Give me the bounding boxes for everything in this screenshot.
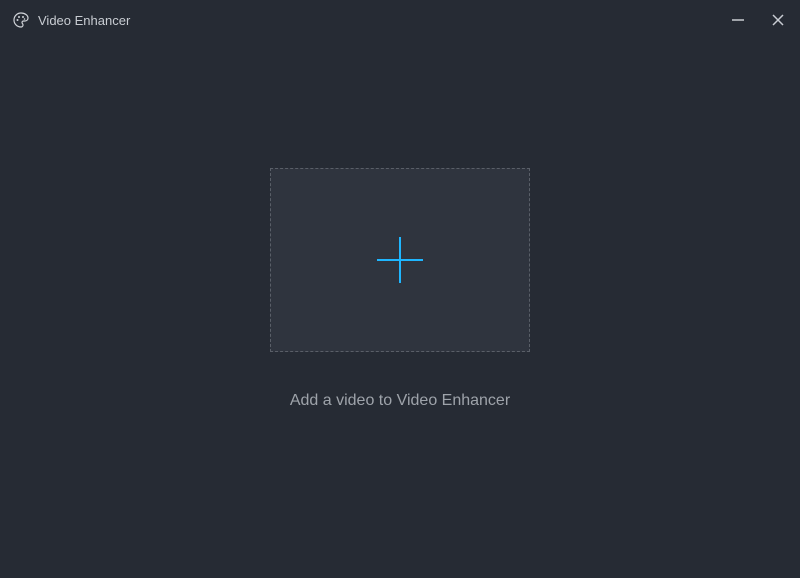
main-content: Add a video to Video Enhancer (0, 40, 800, 578)
window-controls (728, 10, 788, 30)
plus-icon (373, 233, 427, 287)
app-title: Video Enhancer (38, 13, 130, 28)
add-video-dropzone[interactable] (270, 168, 530, 352)
minimize-button[interactable] (728, 10, 748, 30)
titlebar-left: Video Enhancer (12, 11, 130, 29)
palette-icon (12, 11, 30, 29)
instruction-text: Add a video to Video Enhancer (290, 392, 510, 410)
titlebar: Video Enhancer (0, 0, 800, 40)
close-button[interactable] (768, 10, 788, 30)
